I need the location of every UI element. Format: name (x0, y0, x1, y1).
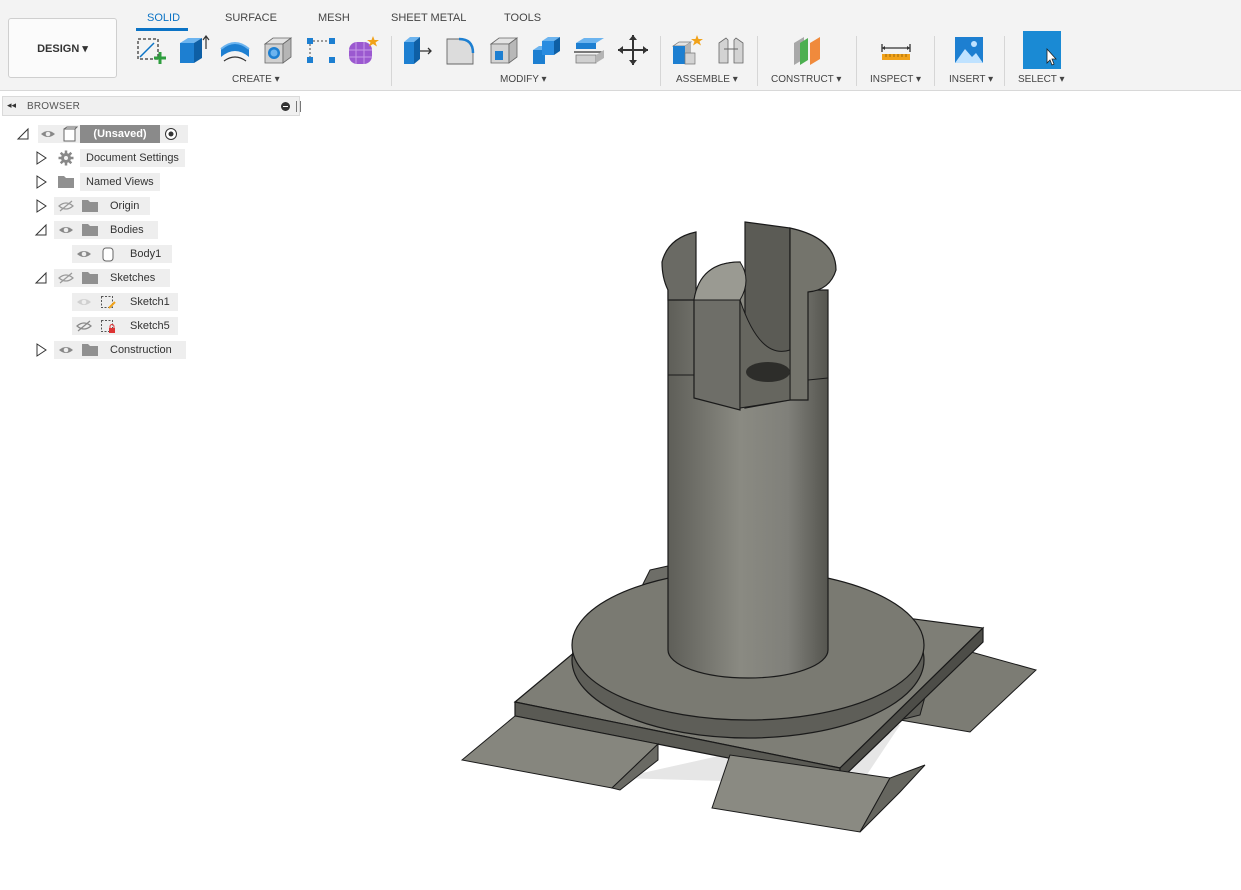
browser-node-bodies[interactable]: Bodies (34, 220, 164, 240)
assemble-menu[interactable]: ASSEMBLE ▾ (676, 74, 738, 85)
model-bore (746, 362, 790, 382)
extrude-icon[interactable] (176, 33, 210, 67)
minimize-browser-icon[interactable] (281, 102, 290, 111)
browser-header: ◂◂ BROWSER (2, 96, 301, 116)
collapse-triangle-icon[interactable] (34, 223, 48, 237)
create-menu[interactable]: CREATE ▾ (232, 74, 280, 85)
expand-triangle-icon[interactable] (34, 343, 48, 357)
select-menu[interactable]: SELECT ▾ (1018, 74, 1065, 85)
tab-solid[interactable]: SOLID (147, 12, 180, 24)
revolve-icon[interactable] (218, 33, 252, 67)
browser-node-document-settings[interactable]: Document Settings (34, 148, 194, 168)
active-tab-indicator (136, 28, 188, 31)
toolbar-separator (1004, 36, 1005, 86)
browser-root-node[interactable]: (Unsaved) (14, 124, 194, 144)
browser-label: Sketch1 (130, 296, 170, 308)
combine-icon[interactable] (530, 33, 564, 67)
browser-label: Bodies (110, 224, 144, 236)
inspect-menu[interactable]: INSPECT ▾ (870, 74, 921, 85)
component-icon (63, 126, 78, 142)
browser-node-named-views[interactable]: Named Views (34, 172, 174, 192)
workspace-switcher-button[interactable]: DESIGN ▾ (8, 18, 117, 78)
browser-label: Body1 (130, 248, 162, 260)
browser-title: BROWSER (27, 101, 81, 112)
press-pull-icon[interactable] (400, 33, 434, 67)
offset-plane-icon[interactable] (790, 33, 824, 67)
folder-icon (82, 344, 98, 356)
expand-triangle-icon[interactable] (34, 199, 48, 213)
gear-icon (58, 150, 74, 166)
move-copy-icon[interactable] (616, 33, 650, 67)
create-form-icon[interactable] (346, 33, 380, 67)
collapse-triangle-icon[interactable] (16, 127, 30, 141)
folder-icon (82, 272, 98, 284)
hidden-eye-icon[interactable] (58, 199, 74, 213)
toolbar-separator (856, 36, 857, 86)
modify-menu[interactable]: MODIFY ▾ (500, 74, 547, 85)
hole-icon[interactable] (261, 33, 295, 67)
visibility-eye-icon[interactable] (58, 343, 74, 357)
browser-node-body1[interactable]: Body1 (72, 244, 182, 264)
tab-sheet-metal[interactable]: SHEET METAL (391, 12, 466, 24)
expand-triangle-icon[interactable] (34, 175, 48, 189)
collapse-browser-icon[interactable]: ◂◂ (7, 100, 16, 111)
browser-node-construction[interactable]: Construction (34, 340, 194, 360)
folder-icon (82, 200, 98, 212)
joint-icon[interactable] (714, 33, 748, 67)
visibility-eye-icon[interactable] (76, 295, 92, 309)
browser-node-sketch1[interactable]: Sketch1 (72, 292, 182, 312)
browser-label: Named Views (80, 173, 160, 191)
new-component-icon[interactable] (670, 33, 704, 67)
browser-label: Origin (110, 200, 140, 212)
visibility-eye-icon[interactable] (40, 127, 56, 141)
toolbar-separator (660, 36, 661, 86)
insert-canvas-icon[interactable] (952, 33, 986, 67)
browser-label: Sketches (110, 272, 156, 284)
toolbar-separator (391, 36, 392, 86)
toolbar-separator (757, 36, 758, 86)
root-label: (Unsaved) (80, 125, 160, 143)
tab-tools[interactable]: TOOLS (504, 12, 541, 24)
create-sketch-icon[interactable] (134, 33, 168, 67)
activate-radio-icon[interactable] (164, 127, 178, 141)
browser-node-sketches[interactable]: Sketches (34, 268, 174, 288)
split-body-icon[interactable] (573, 33, 607, 67)
sketch-icon (101, 296, 116, 309)
model-prong-left (661, 231, 697, 301)
measure-icon[interactable] (879, 33, 913, 67)
browser-label: Construction (110, 344, 172, 356)
toolbar: DESIGN ▾ SOLID SURFACE MESH SHEET METAL … (0, 0, 1241, 91)
shell-icon[interactable] (487, 33, 521, 67)
select-icon[interactable] (1023, 31, 1061, 69)
browser-node-sketch5[interactable]: Sketch5 (72, 316, 182, 336)
sketch-locked-icon (101, 320, 115, 333)
construct-menu[interactable]: CONSTRUCT ▾ (771, 74, 841, 85)
expand-triangle-icon[interactable] (34, 151, 48, 165)
visibility-eye-icon[interactable] (58, 223, 74, 237)
model-prong-front-top (693, 261, 747, 301)
body-icon (102, 247, 114, 262)
tab-surface[interactable]: SURFACE (225, 12, 277, 24)
pattern-icon[interactable] (304, 33, 338, 67)
model-viewport[interactable] (300, 91, 1241, 890)
hidden-eye-icon[interactable] (58, 271, 74, 285)
collapse-triangle-icon[interactable] (34, 271, 48, 285)
browser-node-origin[interactable]: Origin (34, 196, 154, 216)
browser-label: Sketch5 (130, 320, 170, 332)
folder-icon (82, 224, 98, 236)
folder-icon (58, 176, 74, 188)
insert-menu[interactable]: INSERT ▾ (949, 74, 993, 85)
browser-label: Document Settings (80, 149, 185, 167)
toolbar-separator (934, 36, 935, 86)
hidden-eye-icon[interactable] (76, 319, 92, 333)
tab-mesh[interactable]: MESH (318, 12, 350, 24)
visibility-eye-icon[interactable] (76, 247, 92, 261)
fillet-icon[interactable] (443, 33, 477, 67)
